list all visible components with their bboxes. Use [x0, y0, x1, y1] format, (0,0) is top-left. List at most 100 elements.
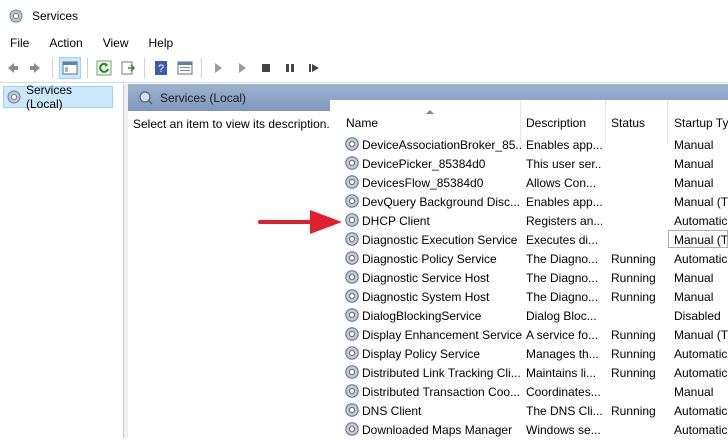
- service-startup-type: Automatic: [674, 366, 728, 380]
- service-startup-type: Manual (T: [674, 195, 728, 209]
- service-description: Enables app...: [526, 195, 602, 209]
- svg-text:?: ?: [158, 63, 164, 75]
- service-startup-type: Manual: [674, 157, 714, 171]
- service-row[interactable]: Diagnostic System Host The Diagno... Runni…: [330, 287, 728, 306]
- service-row[interactable]: DHCP Client Registers an... Automatic: [330, 211, 728, 230]
- service-row[interactable]: Distributed Transaction Coo... Coordinate…: [330, 382, 728, 401]
- service-description: Windows se...: [526, 423, 601, 437]
- menu-bar: File Action View Help: [0, 32, 728, 54]
- service-gear-icon: [344, 288, 360, 304]
- service-gear-icon: [344, 326, 360, 342]
- service-description: Coordinates...: [526, 385, 601, 399]
- service-gear-icon: [344, 345, 360, 361]
- service-startup-type: Manual: [674, 290, 714, 304]
- properties-button[interactable]: [175, 58, 195, 78]
- service-startup-type: Manual (T: [674, 328, 728, 342]
- service-startup-type: Disabled: [674, 309, 721, 323]
- service-status: Running: [611, 290, 656, 304]
- console-tree-icon: [62, 61, 78, 75]
- toolbar-separator: [87, 58, 88, 78]
- back-button[interactable]: [2, 58, 22, 78]
- toolbar-separator: [52, 58, 53, 78]
- services-list: Name Description Status Startup Ty Devic…: [330, 100, 728, 438]
- service-row[interactable]: DevicesFlow_85384d0 Allows Con... Manual: [330, 173, 728, 192]
- menu-view[interactable]: View: [93, 36, 139, 50]
- service-name: DNS Client: [362, 404, 422, 418]
- arrow-head: [310, 210, 342, 234]
- service-description: A service fo...: [526, 328, 599, 342]
- service-gear-icon: [344, 136, 360, 152]
- service-name: Downloaded Maps Manager: [362, 423, 513, 437]
- service-startup-type: Manual: [674, 271, 714, 285]
- service-description: Executes di...: [526, 233, 599, 247]
- service-name: Distributed Link Tracking Cli...: [362, 366, 521, 380]
- service-status: Running: [611, 366, 656, 380]
- service-status: Running: [611, 328, 656, 342]
- service-startup-type: Manual: [674, 138, 714, 152]
- service-row[interactable]: Diagnostic Policy Service The Diagno... Ru…: [330, 249, 728, 268]
- service-description: Enables app...: [526, 138, 602, 152]
- service-name: Diagnostic Service Host: [362, 271, 490, 285]
- service-description: Manages th...: [526, 347, 599, 361]
- properties-icon: [177, 61, 193, 75]
- service-description: Dialog Bloc...: [526, 309, 597, 323]
- menu-file[interactable]: File: [0, 36, 39, 50]
- service-description: The Diagno...: [526, 252, 599, 266]
- show-hide-console-tree-button[interactable]: [59, 57, 81, 79]
- play-icon: [215, 63, 222, 73]
- play-icon: [239, 63, 246, 73]
- service-gear-icon: [344, 269, 360, 285]
- service-name: Distributed Transaction Coo...: [362, 385, 521, 399]
- service-row[interactable]: Display Policy Service Manages th... Runni…: [330, 344, 728, 363]
- service-gear-icon: [344, 174, 360, 190]
- service-gear-icon: [344, 364, 360, 380]
- service-description: The Diagno...: [526, 290, 599, 304]
- refresh-button[interactable]: [94, 58, 114, 78]
- start-service-button[interactable]: [208, 58, 228, 78]
- focused-cell-box: [668, 230, 728, 248]
- service-row[interactable]: DevQuery Background Disc... Enables app..…: [330, 192, 728, 211]
- pane-header-title: Services (Local): [160, 90, 247, 105]
- service-name: Diagnostic Execution Service: [362, 233, 518, 247]
- service-name: Display Enhancement Service: [362, 328, 522, 342]
- service-row[interactable]: DNS Client The DNS Cli... Running Automatic: [330, 401, 728, 420]
- pause-icon: [286, 64, 294, 72]
- service-row[interactable]: Downloaded Maps Manager Windows se... Auto…: [330, 420, 728, 439]
- service-row[interactable]: DialogBlockingService Dialog Bloc... Disab…: [330, 306, 728, 325]
- service-startup-type: Automatic: [674, 252, 728, 266]
- forward-button[interactable]: [26, 58, 46, 78]
- service-row[interactable]: Distributed Link Tracking Cli... Maintain…: [330, 363, 728, 382]
- menu-action[interactable]: Action: [39, 36, 92, 50]
- service-row[interactable]: Display Enhancement Service A service fo.…: [330, 325, 728, 344]
- service-description: Maintains li...: [526, 366, 597, 380]
- pause-service-button[interactable]: [280, 58, 300, 78]
- back-arrow-icon: [8, 63, 18, 73]
- help-button[interactable]: ?: [151, 58, 171, 78]
- service-startup-type: Manual: [674, 385, 714, 399]
- service-startup-type: Manual: [674, 176, 714, 190]
- service-startup-type: Automatic: [674, 404, 728, 418]
- service-row[interactable]: DevicePicker_85384d0 This user ser... Manu…: [330, 154, 728, 173]
- service-row[interactable]: DeviceAssociationBroker_85... Enables app…: [330, 135, 728, 154]
- service-name: DialogBlockingService: [362, 309, 482, 323]
- service-gear-icon: [344, 250, 360, 266]
- service-startup-type: Automatic: [674, 214, 728, 228]
- toolbar-separator: [201, 58, 202, 78]
- menu-help[interactable]: Help: [139, 36, 184, 50]
- stop-service-button[interactable]: [256, 58, 276, 78]
- service-description: The DNS Cli...: [526, 404, 602, 418]
- service-name: DeviceAssociationBroker_85...: [362, 138, 522, 152]
- service-name: DevicesFlow_85384d0: [362, 176, 484, 190]
- search-gear-icon: [139, 90, 153, 105]
- service-gear-icon: [344, 402, 360, 418]
- resume-service-button[interactable]: [232, 58, 252, 78]
- export-list-button[interactable]: [118, 58, 138, 78]
- help-icon: ?: [155, 61, 167, 75]
- service-row[interactable]: Diagnostic Service Host The Diagno... Runn…: [330, 268, 728, 287]
- service-startup-type: Automatic: [674, 347, 728, 361]
- description-text: Select an item to view its description.: [133, 117, 330, 131]
- tree-item-services-local[interactable]: Services (Local): [3, 83, 113, 111]
- service-gear-icon: [344, 421, 360, 437]
- restart-service-button[interactable]: [304, 58, 324, 78]
- console-tree: Services (Local): [0, 83, 124, 438]
